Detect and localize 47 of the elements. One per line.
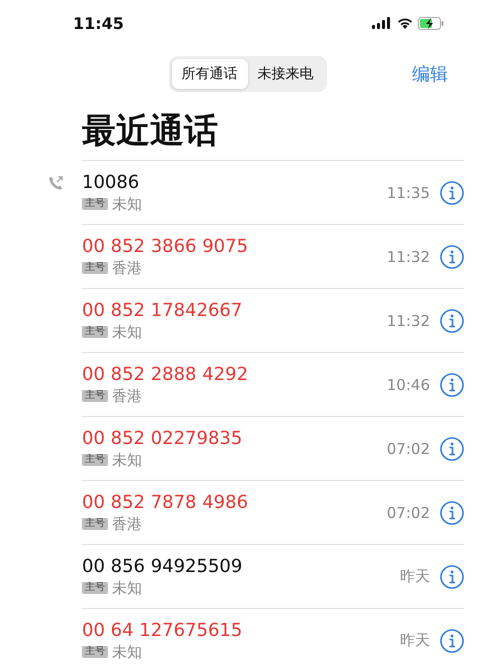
call-location: 香港 xyxy=(112,258,142,278)
phone-number: 00 852 3866 9075 xyxy=(82,236,250,256)
status-time: 11:45 xyxy=(73,14,124,32)
info-icon[interactable] xyxy=(440,244,464,268)
sim-badge: 主号 xyxy=(82,390,108,402)
call-time: 昨天 xyxy=(400,631,430,650)
call-time: 11:32 xyxy=(386,248,430,266)
info-icon[interactable] xyxy=(440,436,464,460)
info-icon[interactable] xyxy=(440,500,464,524)
wifi-icon xyxy=(397,17,413,29)
call-time: 07:02 xyxy=(386,440,430,458)
call-location: 未知 xyxy=(112,194,142,214)
call-location: 未知 xyxy=(112,642,142,662)
call-time: 昨天 xyxy=(400,567,430,586)
phone-number: 00 64 127675615 xyxy=(82,620,244,640)
signal-icon xyxy=(372,17,392,29)
info-icon[interactable] xyxy=(440,372,464,396)
call-time: 10:46 xyxy=(386,376,430,394)
call-time: 11:32 xyxy=(386,312,430,330)
sim-badge: 主号 xyxy=(82,582,108,594)
call-location: 未知 xyxy=(112,450,142,470)
sim-badge: 主号 xyxy=(82,646,108,658)
call-location: 香港 xyxy=(112,514,142,534)
sim-badge: 主号 xyxy=(82,326,108,338)
info-icon[interactable] xyxy=(440,628,464,652)
sim-badge: 主号 xyxy=(82,518,108,530)
call-location: 未知 xyxy=(112,578,142,598)
sim-badge: 主号 xyxy=(82,198,108,210)
info-icon[interactable] xyxy=(440,180,464,204)
phone-number: 00 852 02279835 xyxy=(82,428,244,448)
sim-badge: 主号 xyxy=(82,262,108,274)
phone-number: 00 852 7878 4986 xyxy=(82,492,250,512)
call-location: 未知 xyxy=(112,322,142,342)
phone-number: 00 856 94925509 xyxy=(82,556,244,576)
phone-number: 10086 xyxy=(82,172,140,192)
call-time: 11:35 xyxy=(386,184,430,202)
tab[interactable]: 所有通话 xyxy=(172,59,248,89)
page-title: 最近通话 xyxy=(81,110,219,153)
call-location: 香港 xyxy=(112,386,142,406)
phone-number: 00 852 17842667 xyxy=(82,300,244,320)
phone-number: 00 852 2888 4292 xyxy=(82,364,250,384)
info-icon[interactable] xyxy=(440,308,464,332)
edit-button[interactable]: 编辑 xyxy=(412,62,448,86)
tab[interactable]: 未接来电 xyxy=(248,59,324,89)
info-icon[interactable] xyxy=(440,564,464,588)
call-time: 07:02 xyxy=(386,504,430,522)
sim-badge: 主号 xyxy=(82,454,108,466)
